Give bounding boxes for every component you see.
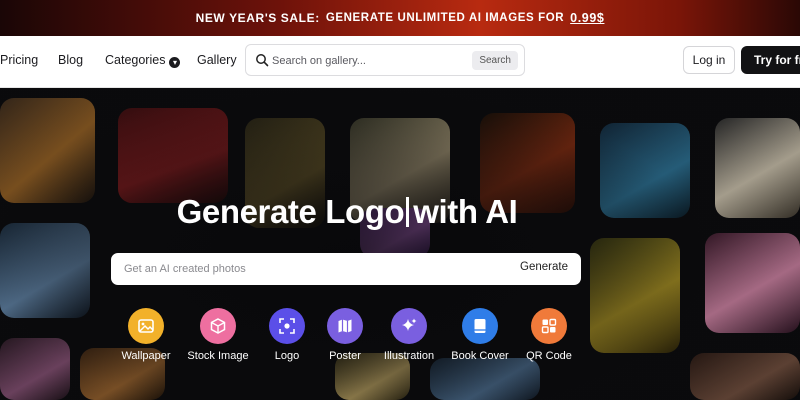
map-icon (327, 308, 363, 344)
hero-section: Generate Logowith AI Generate Wallpaper … (0, 88, 800, 400)
promo-banner[interactable]: NEW YEAR'S SALE: GENERATE UNLIMITED AI I… (0, 0, 800, 36)
image-icon (128, 308, 164, 344)
category-qr-code[interactable]: QR Code (509, 308, 589, 362)
hero-title-left: Generate Logo (176, 193, 405, 230)
promo-lead: NEW YEAR'S SALE: (195, 11, 320, 25)
generate-button[interactable]: Generate (520, 261, 568, 273)
search-button[interactable]: Search (472, 51, 518, 70)
category-book-cover[interactable]: Book Cover (440, 308, 520, 362)
nav-gallery[interactable]: Gallery (197, 53, 237, 67)
hero-title: Generate Logo with AI (0, 193, 694, 231)
scan-icon (269, 308, 305, 344)
sparkle-icon (391, 308, 427, 344)
category-label: Wallpaper (121, 350, 171, 362)
hero-title-right: with AI (413, 193, 518, 230)
promo-price[interactable]: 0.99$ (570, 11, 604, 25)
gallery-search-input[interactable] (272, 52, 472, 70)
search-icon (256, 54, 269, 67)
category-stock-image[interactable]: Stock Image (178, 308, 258, 362)
login-button[interactable]: Log in (683, 46, 735, 74)
category-label: QR Code (526, 350, 572, 362)
category-label: Illustration (383, 350, 435, 362)
promo-text: GENERATE UNLIMITED AI IMAGES FOR (325, 12, 565, 24)
grid-icon (531, 308, 567, 344)
category-wallpaper[interactable]: Wallpaper (106, 308, 186, 362)
generate-prompt-box: Generate (111, 253, 581, 285)
gallery-search: Search (245, 44, 525, 76)
try-for-free-button[interactable]: Try for free (741, 46, 800, 74)
top-navbar: Pricing Blog Categories ▾ Gallery Search … (0, 36, 800, 88)
cube-icon (200, 308, 236, 344)
category-illustration[interactable]: Illustration (369, 308, 449, 362)
nav-pricing[interactable]: Pricing (0, 53, 38, 67)
category-label: Stock Image (187, 350, 249, 362)
category-label: Book Cover (451, 350, 509, 362)
nav-categories[interactable]: Categories ▾ (105, 53, 181, 68)
nav-categories-label: Categories (105, 53, 166, 67)
typing-caret (406, 197, 410, 227)
nav-blog[interactable]: Blog (58, 53, 83, 67)
book-icon (462, 308, 498, 344)
chevron-down-icon: ▾ (169, 57, 181, 68)
prompt-input[interactable] (124, 260, 504, 278)
